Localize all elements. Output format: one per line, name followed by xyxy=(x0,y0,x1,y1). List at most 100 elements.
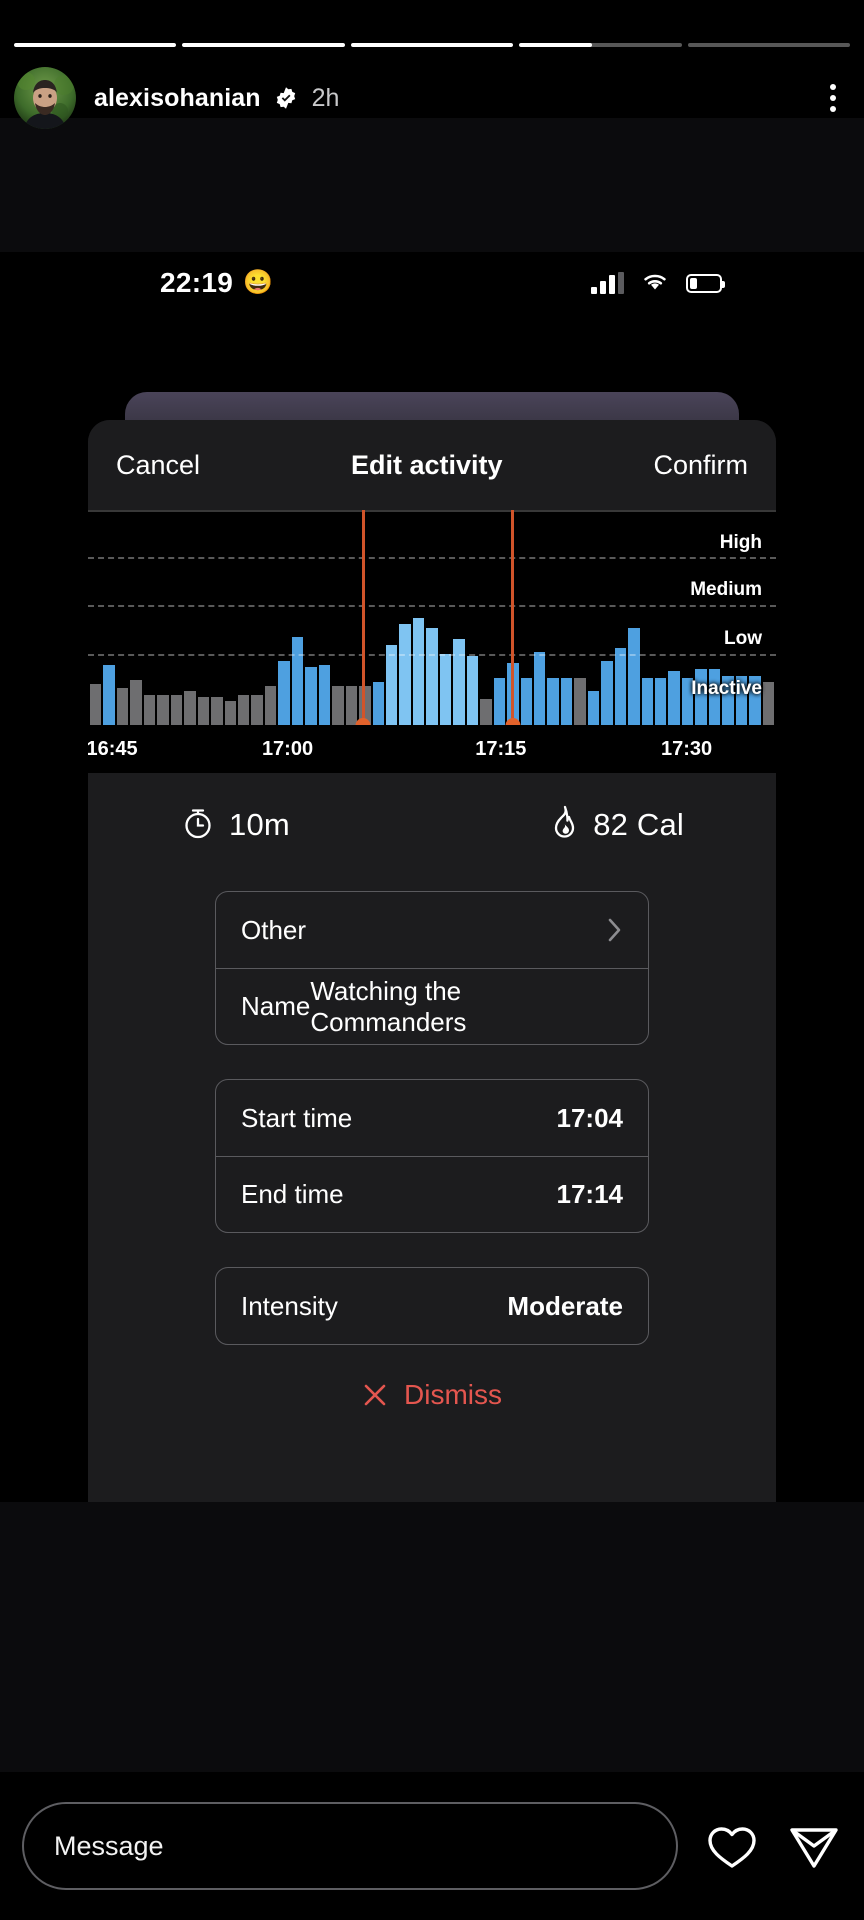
chart-bar xyxy=(385,645,398,725)
chart-bar xyxy=(574,677,586,725)
status-bar-emoji: 😀 xyxy=(243,269,274,296)
end-time-row[interactable]: End time 17:14 xyxy=(216,1156,648,1232)
message-input[interactable]: Message xyxy=(22,1802,678,1890)
start-time-value: 17:04 xyxy=(556,1102,624,1133)
message-placeholder: Message xyxy=(54,1830,164,1861)
chart-bar xyxy=(157,694,169,725)
chart-x-axis: 16:45 17:00 17:15 17:30 xyxy=(88,725,776,773)
dismiss-label: Dismiss xyxy=(404,1379,502,1410)
chart-bar xyxy=(412,617,425,725)
confirm-button[interactable]: Confirm xyxy=(653,450,748,481)
chart-bar xyxy=(587,690,600,725)
chart-bar xyxy=(345,686,358,725)
intensity-label: Intensity xyxy=(241,1290,338,1321)
chart-zone-label: Low xyxy=(724,628,762,650)
story-timestamp: 2h xyxy=(311,83,340,112)
chart-bar xyxy=(655,677,667,725)
intensity-row[interactable]: Intensity Moderate xyxy=(216,1268,648,1344)
status-bar-time: 22:19 xyxy=(160,267,234,298)
chart-bar xyxy=(211,697,223,725)
chart-bar xyxy=(251,694,263,725)
chart-bar xyxy=(466,656,479,725)
x-axis-tick-label: 17:30 xyxy=(660,737,713,760)
chart-gridline xyxy=(88,604,776,607)
inner-phone-screenshot: 22:19 😀 Cancel Edit activity Confirm Hig… xyxy=(0,252,864,1502)
chart-zone-label: High xyxy=(719,531,762,553)
chart-bar xyxy=(170,694,183,725)
selection-start-handle[interactable] xyxy=(361,510,365,725)
story-progress-segment[interactable] xyxy=(14,43,177,47)
cancel-button[interactable]: Cancel xyxy=(116,450,200,481)
chart-bar xyxy=(453,639,465,725)
sheet-title: Edit activity xyxy=(350,449,503,480)
chart-bar xyxy=(90,684,102,725)
chart-bar xyxy=(560,677,573,725)
chart-bar xyxy=(103,664,115,725)
chart-bars xyxy=(88,510,776,725)
chart-bar xyxy=(399,623,411,725)
phone-status-bar: 22:19 😀 xyxy=(0,252,864,314)
edit-activity-sheet: Cancel Edit activity Confirm High Medium L… xyxy=(88,420,776,1502)
chart-bar xyxy=(668,671,680,725)
story-progress-segment[interactable] xyxy=(519,43,682,47)
duration-value: 10m xyxy=(229,807,290,842)
chart-bar xyxy=(426,628,438,725)
chart-bar xyxy=(614,647,627,725)
start-time-label: Start time xyxy=(241,1102,353,1133)
x-axis-tick-label: 17:15 xyxy=(475,737,527,760)
chart-bar xyxy=(520,677,532,725)
chart-bar xyxy=(264,686,277,725)
chart-bar xyxy=(237,694,250,725)
chevron-right-icon xyxy=(607,917,623,943)
chart-bar xyxy=(278,660,290,725)
activity-type-label: Other xyxy=(241,914,307,945)
avatar[interactable] xyxy=(14,67,76,129)
chart-bar xyxy=(197,697,210,725)
story-progress-segment[interactable] xyxy=(687,43,851,47)
instagram-story-viewer: alexisohanian 2h 22:19 😀 Cancel Edit act… xyxy=(0,0,864,1920)
story-progress-segment[interactable] xyxy=(350,43,514,47)
more-options-icon[interactable] xyxy=(816,78,850,118)
stopwatch-icon xyxy=(180,805,216,846)
chart-bar xyxy=(601,660,613,725)
intensity-value: Moderate xyxy=(507,1290,623,1321)
chart-bar xyxy=(533,651,546,725)
chart-bar xyxy=(130,679,142,725)
chart-zone-label: Medium xyxy=(690,578,762,600)
chart-bar xyxy=(628,628,640,725)
chart-bar xyxy=(439,654,452,725)
activity-name-label: Name xyxy=(241,991,311,1021)
story-progress-bar xyxy=(14,43,851,47)
story-username[interactable]: alexisohanian xyxy=(94,84,261,113)
chart-plot-area[interactable]: High Medium Low Inactive xyxy=(88,510,776,725)
dismiss-button[interactable]: Dismiss xyxy=(88,1379,776,1411)
start-time-row[interactable]: Start time 17:04 xyxy=(216,1080,648,1156)
cellular-signal-icon xyxy=(591,272,624,294)
sheet-header: Cancel Edit activity Confirm xyxy=(88,420,776,510)
chart-bar xyxy=(641,677,654,725)
end-time-label: End time xyxy=(241,1179,344,1209)
activity-type-row[interactable]: Other xyxy=(216,892,648,968)
verified-badge-icon xyxy=(274,86,298,110)
paper-plane-icon[interactable] xyxy=(786,1818,842,1874)
x-axis-tick-label: 17:00 xyxy=(261,737,314,760)
chart-gridline xyxy=(88,557,776,560)
story-progress-segment[interactable] xyxy=(182,43,345,47)
heart-icon[interactable] xyxy=(704,1818,760,1874)
chart-bar xyxy=(547,677,559,725)
chart-bar xyxy=(762,682,775,725)
battery-low-icon xyxy=(686,273,725,293)
activity-chart[interactable]: High Medium Low Inactive 16:45 17:00 17:15 17:… xyxy=(88,510,776,773)
story-header: alexisohanian 2h xyxy=(14,62,850,134)
close-x-icon xyxy=(362,1382,388,1408)
chart-bar xyxy=(305,666,317,725)
intensity-group: Intensity Moderate xyxy=(215,1267,649,1345)
flame-icon xyxy=(548,805,580,846)
calories-stat: 82 Cal xyxy=(548,805,684,846)
end-time-value: 17:14 xyxy=(556,1179,624,1209)
selection-end-handle[interactable] xyxy=(511,510,515,725)
chart-bar xyxy=(143,694,156,725)
story-composer: Message xyxy=(0,1772,864,1920)
chart-bar xyxy=(332,686,344,725)
activity-name-row[interactable]: Name Watching the Commanders xyxy=(216,968,648,1044)
